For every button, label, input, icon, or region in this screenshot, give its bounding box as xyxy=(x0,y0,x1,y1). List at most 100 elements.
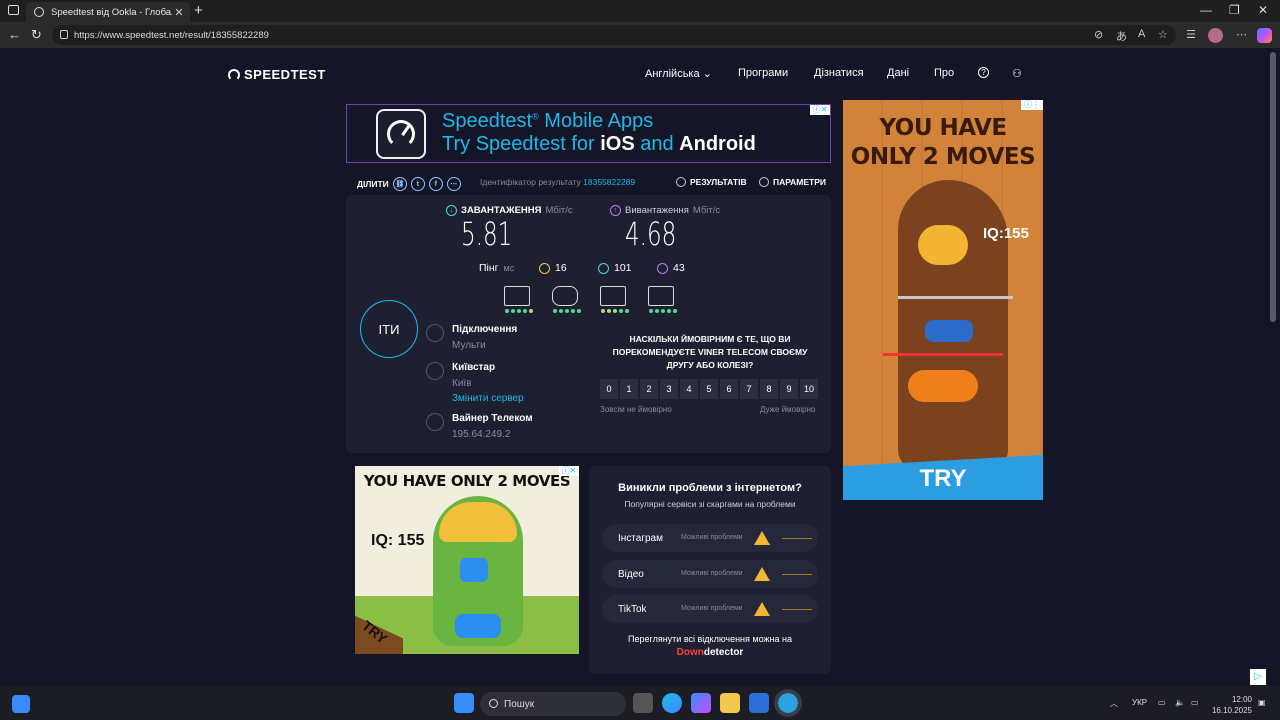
ad-android: Android xyxy=(679,133,756,155)
windows-start-icon[interactable] xyxy=(454,693,474,713)
ad-headline: YOU HAVE ONLY 2 MOVES xyxy=(843,114,1043,172)
more-menu-icon[interactable]: ⋯ xyxy=(1236,28,1247,41)
issue-row[interactable]: TikTok Можливі проблеми xyxy=(602,595,818,623)
nav-language[interactable]: Англійська ⌄ xyxy=(645,67,712,80)
url-text: https://www.speedtest.net/result/1835582… xyxy=(74,29,269,41)
task-view-icon[interactable] xyxy=(633,693,653,713)
help-icon[interactable]: ? xyxy=(978,67,989,78)
ad-choices-icon[interactable]: ▷ xyxy=(1250,669,1266,685)
speedtest-favicon-icon xyxy=(34,7,44,17)
more-share-icon[interactable]: ⋯ xyxy=(446,177,461,191)
nps-option[interactable]: 8 xyxy=(760,379,778,399)
video-call-rating xyxy=(649,309,677,313)
nps-option[interactable]: 6 xyxy=(720,379,738,399)
gold-illustration xyxy=(918,225,968,265)
result-card xyxy=(346,195,831,453)
settings-link[interactable]: ПАРАМЕТРИ xyxy=(759,177,826,187)
ad-ios: iOS xyxy=(600,133,635,155)
link-icon[interactable]: ⛓ xyxy=(392,177,407,191)
nav-apps[interactable]: Програми xyxy=(738,67,788,79)
file-explorer-icon[interactable] xyxy=(720,693,740,713)
downdetector-logo[interactable]: Downdetector xyxy=(589,647,831,658)
upload-unit: Мбіт/с xyxy=(692,205,721,216)
nps-option[interactable]: 2 xyxy=(640,379,658,399)
site-info-icon[interactable] xyxy=(60,30,68,39)
ad-choices-icon[interactable]: ⓘ✕ xyxy=(810,105,830,115)
nps-option[interactable]: 9 xyxy=(780,379,798,399)
copilot-icon[interactable] xyxy=(1257,28,1272,43)
notifications-icon[interactable]: ▣ xyxy=(1258,698,1266,707)
service-name: TikTok xyxy=(618,604,647,615)
nav-about[interactable]: Про xyxy=(934,67,954,79)
upload-arrow-icon: ↑ xyxy=(610,205,621,216)
browser-tab[interactable]: Speedtest від Ookla - Глобальни ✕ xyxy=(26,2,190,22)
speedtest-app-icon xyxy=(376,109,426,159)
user-icon[interactable]: ⚇ xyxy=(1012,67,1022,80)
tracking-icon[interactable]: ⊘ xyxy=(1094,28,1103,41)
ad-line-2: Try Speedtest for iOS and Android xyxy=(442,133,756,156)
twitter-icon[interactable]: t xyxy=(410,177,425,191)
nav-data[interactable]: Дані xyxy=(887,67,909,79)
volume-icon[interactable]: 🔈 xyxy=(1175,698,1185,707)
ad-try: Try Speedtest for xyxy=(442,133,595,155)
nps-option[interactable]: 3 xyxy=(660,379,678,399)
nav-learn[interactable]: Дізнатися xyxy=(814,67,864,79)
reload-icon[interactable]: ↻ xyxy=(31,27,42,43)
result-id-value[interactable]: 18355822289 xyxy=(583,177,635,187)
nps-option[interactable]: 10 xyxy=(800,379,818,399)
maximize-icon[interactable]: ❐ xyxy=(1229,3,1240,17)
nps-option[interactable]: 7 xyxy=(740,379,758,399)
change-server-link[interactable]: Змінити сервер xyxy=(452,393,524,404)
go-button[interactable]: ІТИ xyxy=(360,300,418,358)
taskbar-search[interactable]: Пошук xyxy=(480,692,626,716)
facebook-icon[interactable]: f xyxy=(428,177,443,191)
input-language[interactable]: УКР xyxy=(1132,698,1147,707)
ad-choices-icon[interactable]: ⓘ⋮ xyxy=(1021,100,1043,110)
read-aloud-icon[interactable]: A xyxy=(1138,28,1145,40)
clock[interactable]: 12:00 16.10.2025 xyxy=(1208,694,1252,716)
nav-language-label: Англійська xyxy=(645,68,700,80)
ping-down: 101 xyxy=(598,262,632,274)
profile-avatar[interactable] xyxy=(1208,28,1223,43)
back-icon[interactable]: ← xyxy=(8,27,21,42)
copilot-app-icon[interactable] xyxy=(691,693,711,713)
battery-icon[interactable]: ▭ xyxy=(1191,698,1199,707)
nps-option[interactable]: 4 xyxy=(680,379,698,399)
network-icon[interactable]: ▭ xyxy=(1158,698,1166,707)
new-tab-icon[interactable]: + xyxy=(194,2,203,19)
scrollbar[interactable] xyxy=(1270,52,1276,322)
result-id-label: Ідентифікатор результату xyxy=(480,177,581,187)
connection-value[interactable]: Мульти xyxy=(452,340,486,351)
favorite-star-icon[interactable]: ☆ xyxy=(1158,28,1168,41)
speedtest-logo[interactable]: SPEEDTEST xyxy=(228,67,326,82)
edge-icon[interactable] xyxy=(662,693,682,713)
store-icon[interactable] xyxy=(749,693,769,713)
video-rating xyxy=(601,309,629,313)
pin-icon xyxy=(898,296,1013,299)
tray-chevron-icon[interactable]: ︿ xyxy=(1110,698,1118,709)
nps-option[interactable]: 5 xyxy=(700,379,718,399)
close-window-icon[interactable]: ✕ xyxy=(1258,3,1268,17)
url-input[interactable]: https://www.speedtest.net/result/1835582… xyxy=(52,25,1176,45)
nps-option[interactable]: 0 xyxy=(600,379,618,399)
lava-illustration xyxy=(908,370,978,402)
tab-actions-icon[interactable] xyxy=(8,5,19,15)
ad-choices-icon[interactable]: ⓘ✕ xyxy=(559,466,579,476)
ad-try-label: TRY xyxy=(919,465,967,492)
issue-row[interactable]: Інстаграм Можливі проблеми xyxy=(602,524,818,552)
widgets-icon[interactable] xyxy=(12,695,30,713)
results-link[interactable]: РЕЗУЛЬТАТІВ xyxy=(676,177,747,187)
host-ip: 195.64.249.2 xyxy=(452,429,511,440)
game-ad-right[interactable]: YOU HAVE ONLY 2 MOVES IQ:155 TRY ⓘ⋮ xyxy=(843,100,1043,500)
game-ad-bottom[interactable]: YOU HAVE ONLY 2 MOVES IQ: 155 TRY ⓘ✕ xyxy=(355,466,579,654)
logo-text: SPEEDTEST xyxy=(244,67,326,82)
ping-idle-value: 16 xyxy=(555,262,567,274)
nps-option[interactable]: 1 xyxy=(620,379,638,399)
close-tab-icon[interactable]: ✕ xyxy=(172,6,186,19)
settings-label: ПАРАМЕТРИ xyxy=(773,177,827,187)
telegram-icon[interactable] xyxy=(774,689,802,717)
issue-row[interactable]: Відео Можливі проблеми xyxy=(602,560,818,588)
favorites-icon[interactable]: ☰ xyxy=(1186,28,1196,41)
translate-icon[interactable]: あ xyxy=(1116,28,1127,44)
minimize-icon[interactable]: — xyxy=(1200,3,1212,17)
